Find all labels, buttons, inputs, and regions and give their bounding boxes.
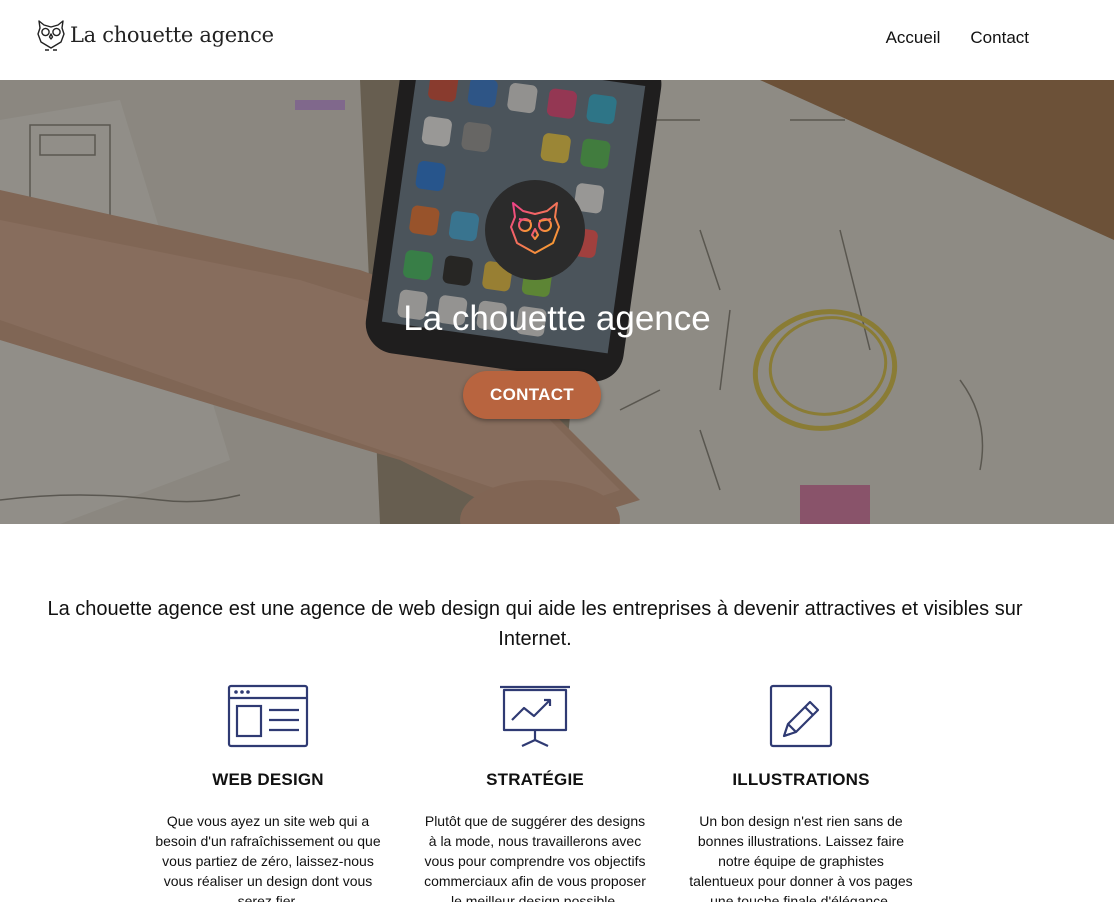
pencil-icon <box>769 684 833 748</box>
web-design-icon <box>227 684 309 748</box>
nav-link-accueil[interactable]: Accueil <box>886 28 941 48</box>
service-illustrations: ILLUSTRATIONS Un bon design n'est rien s… <box>681 684 921 902</box>
contact-button[interactable]: CONTACT <box>463 371 601 419</box>
logo[interactable]: La chouette agence <box>36 18 274 52</box>
hero-section: La chouette agence CONTACT <box>0 80 1114 524</box>
owl-logo-icon <box>37 20 65 51</box>
service-strategie: STRATÉGIE Plutôt que de suggérer des des… <box>415 684 655 902</box>
nav-link-contact[interactable]: Contact <box>970 28 1029 48</box>
logo-text: La chouette agence <box>70 23 274 47</box>
service-description: Un bon design n'est rien sans de bonnes … <box>689 813 913 902</box>
owl-icon <box>510 202 560 259</box>
intro-text: La chouette agence est une agence de web… <box>47 598 1023 650</box>
service-title: ILLUSTRATIONS <box>732 770 870 789</box>
service-title: STRATÉGIE <box>486 770 584 789</box>
main-nav: Accueil Contact <box>886 28 1029 48</box>
service-description: Plutôt que de suggérer des designs à la … <box>424 813 646 902</box>
hero-owl-badge <box>485 180 585 280</box>
service-web-design: WEB DESIGN Que vous ayez un site web qui… <box>148 684 388 902</box>
hero-title: La chouette agence <box>403 299 711 338</box>
service-title: WEB DESIGN <box>212 770 324 789</box>
service-description: Que vous ayez un site web qui a besoin d… <box>155 813 381 902</box>
strategy-chart-icon <box>500 685 570 747</box>
site-header: La chouette agence Accueil Contact <box>0 0 1114 80</box>
